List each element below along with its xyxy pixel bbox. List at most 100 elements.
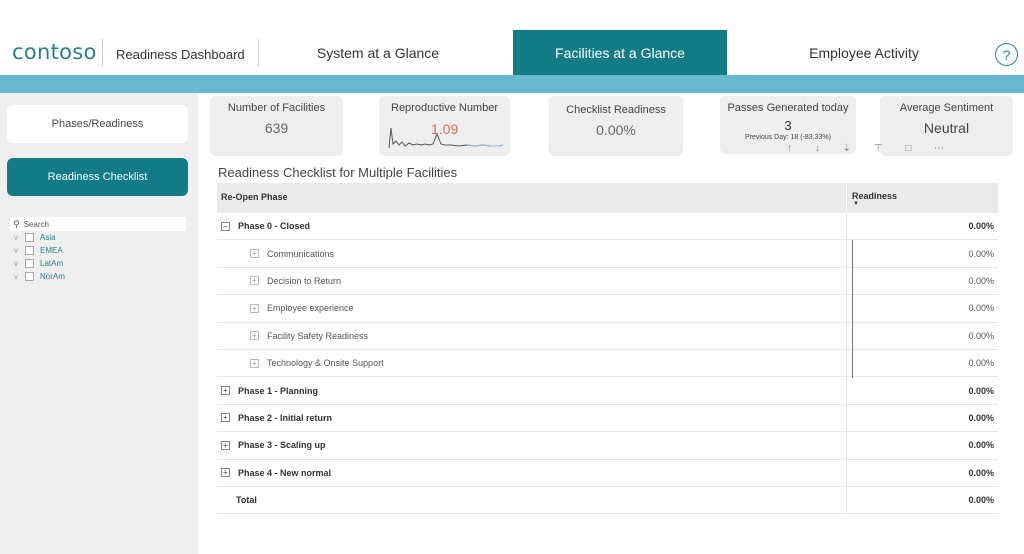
- readiness-checklist-button[interactable]: Readiness Checklist: [7, 158, 188, 196]
- row-label-cell: + Phase 4 - New normal: [217, 459, 847, 486]
- expand-icon[interactable]: +: [250, 303, 259, 313]
- row-label-cell: + Phase 3 - Scaling up: [217, 432, 847, 459]
- contoso-logo: contoso: [12, 40, 97, 64]
- table-row[interactable]: + Technology & Onsite Support 0.00%: [217, 349, 998, 378]
- row-label: Facility Safety Readiness: [267, 330, 369, 341]
- app-title: Readiness Dashboard: [116, 47, 245, 62]
- table-row[interactable]: + Decision to Return 0.00%: [217, 267, 998, 296]
- slicer-item-emea[interactable]: ∨ EMEA: [10, 244, 186, 257]
- table-row[interactable]: + Phase 1 - Planning 0.00%: [217, 377, 998, 405]
- checkbox[interactable]: [25, 233, 34, 242]
- checkbox[interactable]: [25, 246, 34, 255]
- table-row[interactable]: + Facility Safety Readiness 0.00%: [217, 322, 998, 350]
- row-label-cell: + Employee experience: [217, 295, 847, 322]
- table-row[interactable]: + Phase 4 - New normal 0.00%: [217, 459, 998, 487]
- table-row[interactable]: + Phase 3 - Scaling up 0.00%: [217, 432, 998, 460]
- row-label: Communications: [267, 248, 335, 259]
- expand-icon[interactable]: +: [221, 413, 230, 423]
- chevron-down-icon[interactable]: ∨: [13, 259, 25, 268]
- row-label: Phase 1 - Planning: [238, 385, 319, 396]
- readiness-matrix: Re-Open Phase Readiness ▼ − Phase 0 - Clo…: [217, 183, 998, 515]
- checkbox[interactable]: [25, 272, 34, 281]
- sort-desc-icon[interactable]: ▼: [853, 201, 859, 207]
- readiness-value: 0.00%: [968, 248, 994, 259]
- kpi-subtext: Previous Day: 18 (-83.33%): [745, 134, 831, 141]
- kpi-card-facilities[interactable]: Number of Facilities 639: [210, 96, 343, 156]
- chevron-down-icon[interactable]: ∨: [13, 233, 25, 242]
- chevron-down-icon[interactable]: ∨: [13, 246, 25, 255]
- matrix-body: − Phase 0 - Closed 0.00% + Communications 0.0…: [217, 213, 998, 515]
- readiness-value: 0.00%: [968, 385, 994, 396]
- checkbox[interactable]: [25, 259, 34, 268]
- row-indicator-line: [852, 240, 853, 378]
- table-row[interactable]: + Employee experience 0.00%: [217, 295, 998, 323]
- column-header-phase[interactable]: Re-Open Phase: [217, 183, 847, 213]
- search-icon: ⚲: [13, 218, 20, 229]
- table-row[interactable]: + Communications 0.00%: [217, 240, 998, 268]
- expand-icon[interactable]: +: [221, 468, 230, 478]
- slicer-item-label: Asia: [40, 233, 56, 242]
- row-label-cell: Total: [217, 486, 847, 514]
- expand-icon[interactable]: +: [250, 331, 259, 341]
- slicer-item-label: NorAm: [40, 272, 65, 281]
- row-label: Technology & Onsite Support: [267, 358, 384, 369]
- readiness-value: 0.00%: [968, 303, 994, 314]
- row-label-cell: − Phase 0 - Closed: [217, 213, 847, 240]
- slicer-item-label: LatAm: [40, 259, 64, 268]
- row-label-cell: + Communications: [217, 240, 847, 267]
- help-icon[interactable]: ?: [995, 43, 1018, 66]
- table-row[interactable]: Total 0.00%: [217, 486, 998, 515]
- kpi-value: Neutral: [923, 120, 970, 136]
- readiness-value: 0.00%: [968, 275, 994, 286]
- tab-employee-activity[interactable]: Employee Activity: [745, 30, 983, 75]
- table-row[interactable]: − Phase 0 - Closed 0.00%: [217, 213, 998, 241]
- slicer-item-asia[interactable]: ∨ Asia: [10, 231, 186, 244]
- row-label: Phase 3 - Scaling up: [238, 440, 326, 451]
- column-header-readiness[interactable]: Readiness ▼: [847, 183, 998, 213]
- matrix-title: Readiness Checklist for Multiple Facilit…: [218, 165, 458, 180]
- expand-icon[interactable]: +: [250, 276, 259, 286]
- kpi-value: 639: [264, 120, 289, 136]
- expand-icon[interactable]: +: [250, 249, 259, 259]
- row-label: Decision to Return: [267, 275, 342, 286]
- table-row[interactable]: + Phase 2 - Initial return 0.00%: [217, 404, 998, 433]
- tab-system-at-a-glance[interactable]: System at a Glance: [258, 30, 498, 75]
- slicer-item-label: EMEA: [40, 246, 63, 255]
- chevron-down-icon[interactable]: ∨: [13, 272, 25, 281]
- expand-icon[interactable]: +: [221, 440, 230, 450]
- collapse-icon[interactable]: −: [221, 221, 230, 231]
- kpi-label: Average Sentiment: [899, 102, 994, 114]
- expand-icon[interactable]: +: [250, 358, 259, 368]
- kpi-card-reproductive-number[interactable]: Reproductive Number 1.09: [379, 96, 510, 156]
- sidebar: Phases/Readiness Readiness Checklist ⚲ S…: [0, 93, 198, 554]
- row-label: Phase 2 - Initial return: [238, 412, 333, 423]
- kpi-label: Reproductive Number: [391, 102, 498, 114]
- row-label-cell: + Facility Safety Readiness: [217, 322, 847, 349]
- kpi-label: Number of Facilities: [227, 102, 326, 114]
- slicer-search-input[interactable]: ⚲ Search: [10, 217, 186, 231]
- app-header: contoso Readiness Dashboard System at a …: [0, 0, 1024, 75]
- kpi-value: 0.00%: [596, 122, 636, 138]
- readiness-value: 0.00%: [968, 221, 994, 232]
- phases-readiness-button[interactable]: Phases/Readiness: [7, 105, 188, 143]
- search-placeholder: Search: [23, 219, 49, 229]
- row-label: Phase 4 - New normal: [238, 467, 332, 478]
- kpi-value: 1.09: [431, 121, 459, 137]
- slicer-item-noram[interactable]: ∨ NorAm: [10, 270, 186, 283]
- readiness-value: 0.00%: [968, 440, 994, 451]
- expand-icon[interactable]: +: [221, 386, 230, 396]
- column-header-label: Readiness: [852, 191, 898, 201]
- row-label: Employee experience: [267, 303, 354, 314]
- readiness-value: 0.00%: [968, 467, 994, 478]
- row-label: Total: [236, 495, 257, 506]
- visual-toolbar[interactable]: ↑ ↓ ⇣ ⊤ □ ⋯: [787, 143, 954, 154]
- region-slicer: ⚲ Search ∨ Asia ∨ EMEA ∨ LatAm ∨ NorAm: [10, 217, 186, 283]
- kpi-value: 3: [784, 118, 792, 133]
- kpi-card-checklist-readiness[interactable]: Checklist Readiness 0.00%: [549, 96, 683, 156]
- tab-facilities-at-a-glance[interactable]: Facilities at a Glance: [513, 30, 727, 75]
- readiness-value: 0.00%: [968, 412, 994, 423]
- logo-divider: [102, 39, 103, 67]
- row-label-cell: + Technology & Onsite Support: [217, 349, 847, 377]
- slicer-item-latam[interactable]: ∨ LatAm: [10, 257, 186, 270]
- readiness-value: 0.00%: [968, 495, 994, 506]
